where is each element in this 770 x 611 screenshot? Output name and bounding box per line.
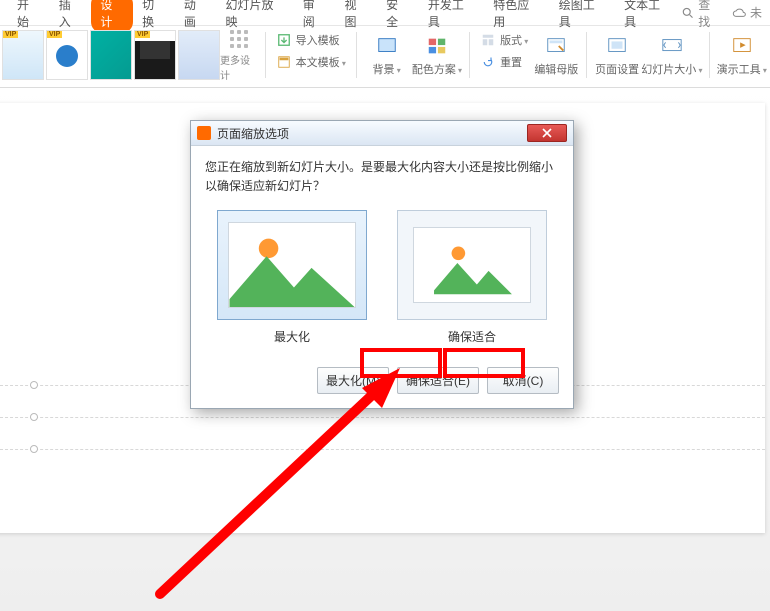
dialog-titlebar[interactable]: 页面缩放选项 — [191, 121, 573, 146]
grid-icon — [230, 30, 248, 48]
menu-special-apps[interactable]: 特色应用 — [484, 0, 549, 33]
search-icon — [681, 6, 695, 20]
menu-dev-tools[interactable]: 开发工具 — [419, 0, 484, 33]
page-zoom-dialog: 页面缩放选项 您正在缩放到新幻灯片大小。是要最大化内容大小还是按比例缩小以确保适… — [190, 120, 574, 409]
template-icon — [276, 55, 292, 69]
this-template-button[interactable]: 本文模板 — [276, 54, 346, 70]
template-thumb-2[interactable]: VIP — [46, 30, 88, 80]
cloud-icon — [732, 7, 748, 19]
reset-icon — [480, 55, 496, 69]
edit-master-button[interactable]: 编辑母版 — [532, 30, 580, 81]
option-maximize-label: 最大化 — [274, 328, 310, 345]
ensure-fit-button[interactable]: 确保适合(E) — [397, 367, 479, 394]
play-icon — [728, 34, 756, 58]
menu-security[interactable]: 安全 — [377, 0, 419, 33]
menu-insert[interactable]: 插入 — [50, 0, 92, 33]
template-thumb-4[interactable]: VIP — [134, 30, 176, 80]
template-thumb-3[interactable] — [90, 30, 132, 80]
dialog-close-button[interactable] — [527, 124, 567, 142]
ribbon-toolbar: VIP VIP VIP 更多设计 导入模板 本文模板 背景 配色方案 版式 — [0, 26, 770, 88]
background-button[interactable]: 背景 — [363, 30, 411, 81]
guide-handle[interactable] — [30, 381, 38, 389]
reset-button[interactable]: 重置 — [480, 54, 522, 70]
menu-transition[interactable]: 切换 — [133, 0, 175, 33]
close-icon — [541, 128, 553, 138]
landscape-icon — [414, 228, 530, 302]
menu-slideshow[interactable]: 幻灯片放映 — [217, 0, 294, 33]
layout-icon — [480, 33, 496, 47]
option-fit-label: 确保适合 — [448, 328, 496, 345]
menu-text-tools[interactable]: 文本工具 — [615, 0, 680, 33]
presentation-tools-button[interactable]: 演示工具 — [715, 30, 768, 81]
slide-size-icon — [658, 34, 686, 58]
dialog-message: 您正在缩放到新幻灯片大小。是要最大化内容大小还是按比例缩小以确保适应新幻灯片？ — [205, 158, 559, 196]
background-icon — [373, 34, 401, 58]
menu-animation[interactable]: 动画 — [175, 0, 217, 33]
guide-handle[interactable] — [30, 413, 38, 421]
search-button[interactable]: 查找 — [681, 0, 722, 30]
option-maximize-preview[interactable] — [217, 210, 367, 320]
cloud-sync[interactable]: 未 — [732, 4, 762, 21]
more-designs-button[interactable]: 更多设计 — [220, 30, 259, 82]
cancel-button[interactable]: 取消(C) — [487, 367, 559, 394]
template-gallery: VIP VIP VIP — [2, 30, 220, 80]
maximize-button[interactable]: 最大化(M) — [317, 367, 389, 394]
app-icon — [197, 126, 211, 140]
option-fit-preview[interactable] — [397, 210, 547, 320]
menu-review[interactable]: 审阅 — [294, 0, 336, 33]
palette-icon — [423, 34, 451, 58]
menu-bar: 开始 插入 设计 切换 动画 幻灯片放映 审阅 视图 安全 开发工具 特色应用 … — [0, 0, 770, 26]
template-thumb-1[interactable]: VIP — [2, 30, 44, 80]
menu-view[interactable]: 视图 — [335, 0, 377, 33]
edit-master-icon — [542, 34, 570, 58]
dialog-title-text: 页面缩放选项 — [217, 125, 289, 142]
template-thumb-5[interactable] — [178, 30, 220, 80]
slide-size-button[interactable]: 幻灯片大小 — [641, 30, 702, 81]
page-setup-button[interactable]: 页面设置 — [593, 30, 641, 81]
layout-button[interactable]: 版式 — [480, 32, 528, 48]
menu-start[interactable]: 开始 — [8, 0, 50, 33]
landscape-icon — [229, 223, 355, 307]
page-setup-icon — [603, 34, 631, 58]
import-icon — [276, 33, 292, 47]
guide-handle[interactable] — [30, 445, 38, 453]
import-template-button[interactable]: 导入模板 — [276, 32, 340, 48]
color-scheme-button[interactable]: 配色方案 — [411, 30, 464, 81]
menu-drawing-tools[interactable]: 绘图工具 — [550, 0, 615, 33]
menu-design[interactable]: 设计 — [91, 0, 133, 33]
